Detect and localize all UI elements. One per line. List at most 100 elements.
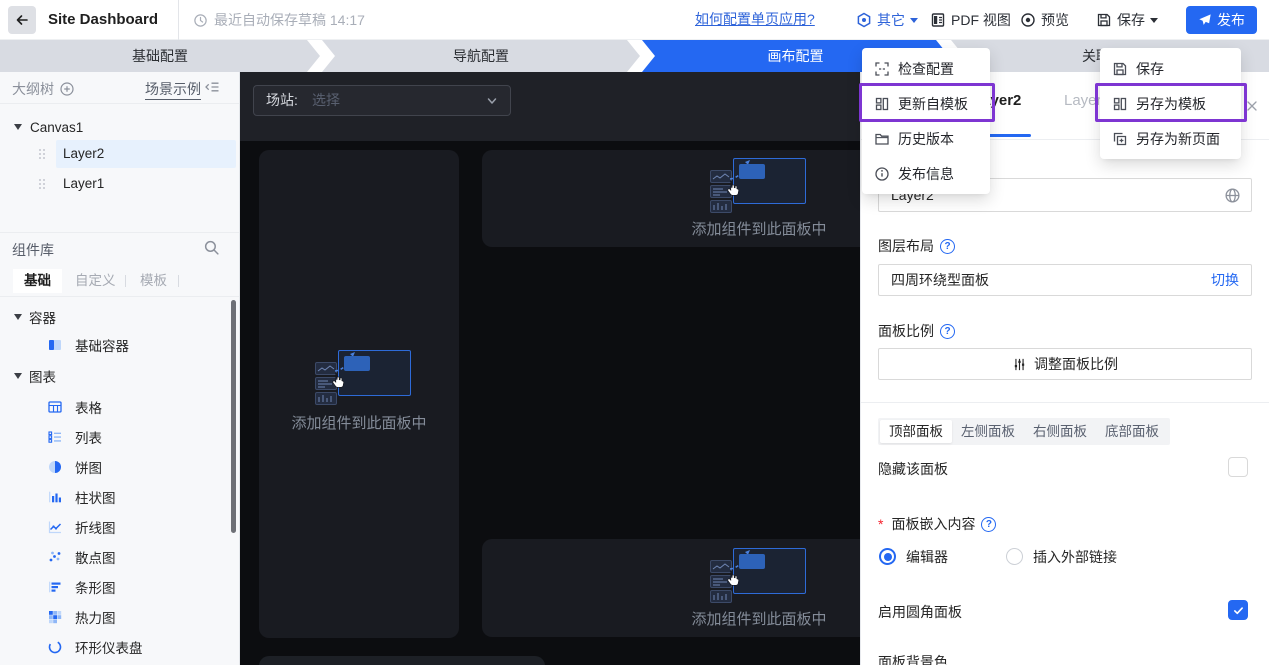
help-link[interactable]: 如何配置单页应用?	[695, 0, 815, 38]
rounded-panel-checkbox[interactable]	[1228, 600, 1248, 620]
embed-content-label: * 面板嵌入内容 ?	[878, 514, 997, 534]
tree-node-layer2[interactable]: Layer2	[0, 140, 239, 168]
publish-button[interactable]: 发布	[1186, 6, 1257, 34]
menu-item-save-as-new-page[interactable]: 另存为新页面	[1100, 121, 1241, 156]
menu-item-publish-info[interactable]: 发布信息	[862, 156, 990, 191]
heatmap-icon	[47, 609, 63, 625]
tree-node-canvas1[interactable]: Canvas1	[14, 114, 83, 140]
label-text: 图层布局	[878, 238, 934, 254]
hide-panel-checkbox[interactable]	[1228, 457, 1248, 477]
component-ring-gauge[interactable]: 环形仪表盘	[47, 632, 143, 662]
back-button[interactable]	[8, 6, 36, 34]
add-circle-icon[interactable]	[59, 81, 75, 97]
sidebar-scrollbar[interactable]	[231, 300, 236, 533]
drop-placeholder-illustration	[710, 548, 806, 604]
menu-item-label: 另存为新页面	[1136, 130, 1220, 147]
menu-item-check-config[interactable]: 检查配置	[862, 51, 990, 86]
radio-editor-label[interactable]: 编辑器	[906, 548, 948, 566]
panel-drop-hint: 添加组件到此面板中	[691, 221, 827, 238]
tab-custom[interactable]: 自定义	[75, 269, 116, 293]
required-mark: *	[878, 516, 884, 532]
step-label: 导航配置	[453, 48, 509, 64]
menu-item-history-versions[interactable]: 历史版本	[862, 121, 990, 156]
component-label: 折线图	[75, 521, 116, 536]
tab-top-panel[interactable]: 顶部面板	[880, 420, 952, 443]
tab-right-panel[interactable]: 右侧面板	[1024, 420, 1096, 443]
component-heatmap[interactable]: 热力图	[47, 602, 116, 632]
group-charts[interactable]: 图表	[14, 363, 56, 389]
component-basic-container[interactable]: 基础容器	[47, 330, 129, 360]
collapse-panel-icon[interactable]	[204, 79, 221, 95]
help-icon[interactable]: ?	[940, 323, 955, 339]
drop-target-frame	[733, 548, 806, 594]
line-chart-icon	[47, 519, 63, 535]
tab-left-panel[interactable]: 左侧面板	[952, 420, 1024, 443]
menu-item-save[interactable]: 保存	[1100, 51, 1241, 86]
widget-block	[344, 356, 370, 371]
horizontal-bar-icon	[47, 579, 63, 595]
hexagon-settings-icon	[856, 12, 872, 28]
autosave-text: 最近自动保存草稿 14:17	[214, 12, 365, 28]
step-nav-config[interactable]: 导航配置	[322, 40, 640, 72]
tree-node-label: Canvas1	[30, 119, 84, 135]
template-icon	[1113, 97, 1127, 110]
layout-panel-top[interactable]: 添加组件到此面板中	[482, 150, 860, 247]
group-container[interactable]: 容器	[14, 304, 56, 330]
component-line-chart[interactable]: 折线图	[47, 512, 116, 542]
drag-handle-icon[interactable]	[38, 148, 46, 160]
globe-icon[interactable]	[1224, 187, 1241, 204]
component-list[interactable]: 列表	[47, 422, 102, 452]
menu-item-label: 检查配置	[898, 60, 954, 77]
caret-down-icon	[14, 314, 22, 320]
layout-type-box: 四周环绕型面板 切换	[878, 264, 1252, 296]
save-menu-trigger[interactable]: 保存	[1096, 0, 1158, 40]
radio-external-link-label[interactable]: 插入外部链接	[1033, 548, 1117, 566]
layout-panel-bottom[interactable]	[259, 656, 545, 665]
help-icon[interactable]: ?	[940, 238, 955, 254]
layout-panel-left[interactable]: 添加组件到此面板中	[259, 150, 459, 638]
chart-thumb-icon	[710, 200, 732, 213]
step-basic-config[interactable]: 基础配置	[0, 40, 320, 72]
close-icon[interactable]	[1244, 98, 1260, 114]
menu-item-update-from-template[interactable]: 更新自模板	[862, 86, 990, 121]
preview-eye-icon	[1020, 12, 1036, 28]
save-floppy-icon	[1113, 62, 1127, 75]
switch-layout-link[interactable]: 切换	[1211, 265, 1239, 295]
drop-target-frame	[733, 158, 806, 204]
layer-name: Layer1	[63, 176, 105, 191]
radio-external-link[interactable]	[1006, 548, 1023, 565]
tab-bottom-panel[interactable]: 底部面板	[1096, 420, 1168, 443]
pdf-view-button[interactable]: PDF 视图	[930, 0, 1011, 40]
component-label: 表格	[75, 401, 102, 416]
chevron-down-icon	[1150, 17, 1158, 27]
component-label: 列表	[75, 431, 102, 446]
outline-tree-title: 大纲树	[12, 79, 75, 99]
help-icon[interactable]: ?	[981, 516, 997, 532]
component-hbar-chart[interactable]: 条形图	[47, 572, 116, 602]
scene-example-link[interactable]: 场景示例	[145, 79, 201, 100]
component-label: 散点图	[75, 551, 116, 566]
panel-ratio-label: 面板比例 ?	[878, 321, 955, 341]
drag-handle-icon[interactable]	[38, 178, 46, 190]
component-scatter-chart[interactable]: 散点图	[47, 542, 116, 572]
tab-template[interactable]: 模板	[140, 269, 167, 293]
drop-placeholder-illustration	[710, 158, 806, 214]
scatter-chart-icon	[47, 549, 63, 565]
other-menu-trigger[interactable]: 其它	[856, 0, 918, 40]
radio-editor[interactable]	[879, 548, 896, 565]
component-bar-chart[interactable]: 柱状图	[47, 482, 116, 512]
tree-node-layer1[interactable]: Layer1	[0, 170, 239, 198]
preview-button[interactable]: 预览	[1020, 0, 1069, 40]
component-pie-chart[interactable]: 饼图	[47, 452, 102, 482]
paper-plane-icon	[1198, 13, 1212, 27]
menu-item-save-as-template[interactable]: 另存为模板	[1100, 86, 1241, 121]
search-icon[interactable]	[203, 239, 220, 256]
config-steps: 基础配置 导航配置 画布配置 关联配置	[0, 40, 1269, 72]
adjust-ratio-button[interactable]: 调整面板比例	[878, 348, 1252, 380]
station-select[interactable]: 场站: 选择	[253, 85, 511, 116]
tab-basic[interactable]: 基础	[13, 269, 62, 293]
component-table[interactable]: 表格	[47, 392, 102, 422]
publish-label: 发布	[1217, 12, 1245, 28]
layout-panel-center[interactable]: 添加组件到此面板中	[482, 539, 860, 637]
copy-page-icon	[1113, 132, 1127, 145]
